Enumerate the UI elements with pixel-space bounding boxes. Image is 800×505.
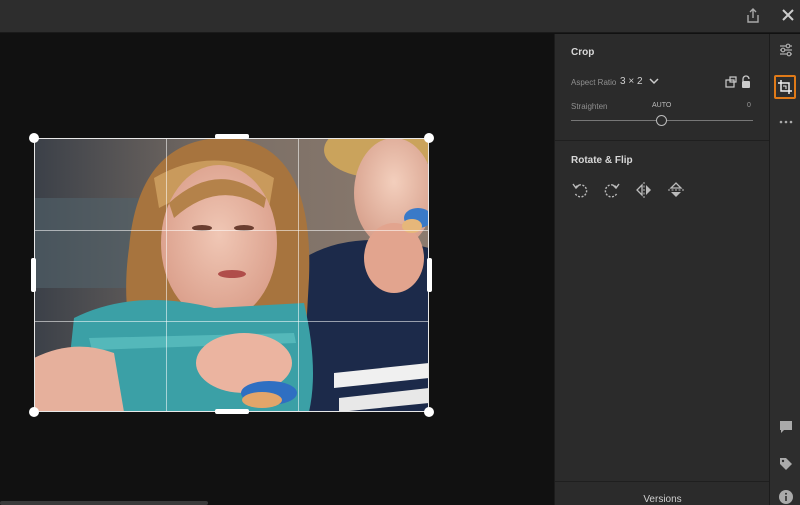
canvas-scrollbar[interactable] [0, 501, 208, 505]
tool-strip [769, 34, 800, 505]
aspect-ratio-value[interactable]: 3 × 2 [620, 76, 643, 87]
flip-vertical-icon[interactable] [667, 181, 685, 199]
edit-sliders-icon[interactable] [778, 42, 794, 58]
rotate-flip-title: Rotate & Flip [571, 155, 633, 166]
versions-button[interactable]: Versions [555, 494, 770, 505]
crop-panel: Crop Aspect Ratio 3 × 2 Straighten AUTO … [554, 34, 770, 505]
crop-handle-top-left[interactable] [29, 133, 39, 143]
orientation-icon[interactable] [725, 75, 737, 89]
straighten-slider-thumb[interactable] [656, 115, 667, 126]
top-bar [0, 0, 800, 33]
crop-handle-bottom[interactable] [215, 409, 249, 414]
rotate-right-icon[interactable] [603, 181, 621, 199]
crop-handle-right[interactable] [427, 258, 432, 292]
crop-handle-left[interactable] [31, 258, 36, 292]
share-icon[interactable] [744, 7, 762, 25]
straighten-auto-button[interactable]: AUTO [652, 102, 671, 109]
lock-icon[interactable] [740, 75, 752, 89]
rotate-left-icon[interactable] [571, 181, 589, 199]
tag-icon[interactable] [778, 456, 794, 472]
close-icon[interactable] [779, 6, 797, 24]
photo-preview[interactable] [34, 138, 429, 412]
crop-handle-top[interactable] [215, 134, 249, 139]
flip-horizontal-icon[interactable] [635, 181, 653, 199]
aspect-ratio-label: Aspect Ratio [571, 78, 617, 87]
straighten-value: 0 [747, 102, 751, 109]
comment-icon[interactable] [778, 419, 794, 435]
chevron-down-icon[interactable] [648, 75, 660, 87]
more-icon[interactable] [778, 114, 794, 130]
crop-tool-button[interactable] [774, 75, 796, 99]
crop-title: Crop [571, 47, 595, 58]
divider [555, 140, 770, 141]
crop-handle-top-right[interactable] [424, 133, 434, 143]
crop-icon [778, 80, 792, 94]
info-icon[interactable] [778, 489, 794, 505]
versions-bar[interactable]: Versions [555, 481, 770, 505]
straighten-label: Straighten [571, 102, 608, 111]
crop-handle-bottom-right[interactable] [424, 407, 434, 417]
crop-handle-bottom-left[interactable] [29, 407, 39, 417]
